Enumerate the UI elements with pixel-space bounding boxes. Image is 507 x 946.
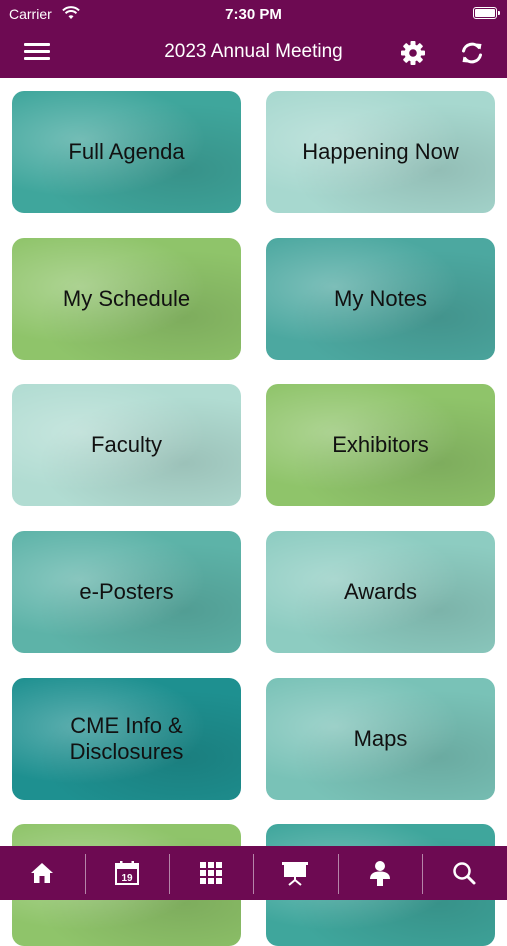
tile-label: e-Posters <box>79 579 174 604</box>
clock-time: 7:30 PM <box>225 6 282 23</box>
refresh-icon[interactable] <box>457 38 487 68</box>
tab-home[interactable] <box>0 846 84 900</box>
tile-label: My Schedule <box>62 286 191 311</box>
tile-awards[interactable]: Awards <box>266 531 495 653</box>
tile-my-notes[interactable]: My Notes <box>266 238 495 360</box>
tile-label: CME Info & Disclosures <box>69 713 184 764</box>
tile-maps[interactable]: Maps <box>266 678 495 800</box>
tab-presentations[interactable] <box>253 846 337 900</box>
calendar-icon: 19 <box>115 861 139 885</box>
tile-my-schedule[interactable]: My Schedule <box>12 238 241 360</box>
home-icon <box>31 863 53 883</box>
tile-e-posters[interactable]: e-Posters <box>12 531 241 653</box>
grid-icon <box>200 862 222 884</box>
tile-label: Maps <box>353 726 408 751</box>
tile-label: Faculty <box>91 432 162 457</box>
tile-faculty[interactable]: Faculty <box>12 384 241 506</box>
bottom-tab-bar: 19 <box>0 846 507 900</box>
tile-label: My Notes <box>334 286 427 311</box>
page-title: 2023 Annual Meeting <box>164 41 343 62</box>
tile-label: Happening Now <box>302 139 459 164</box>
tile-full-agenda[interactable]: Full Agenda <box>12 91 241 213</box>
app-header: Carrier 7:30 PM 2023 Annual Meeting <box>0 0 507 78</box>
tile-happening-now[interactable]: Happening Now <box>266 91 495 213</box>
tab-calendar[interactable]: 19 <box>85 846 169 900</box>
tile-label: Exhibitors <box>332 432 429 457</box>
presentation-icon <box>282 862 308 886</box>
speaker-icon <box>370 861 390 886</box>
tile-label: Awards <box>344 579 417 604</box>
tab-speakers[interactable] <box>338 846 422 900</box>
tab-grid[interactable] <box>169 846 253 900</box>
tile-cme-info-disclosures[interactable]: CME Info & Disclosures <box>12 678 241 800</box>
battery-icon <box>473 7 500 19</box>
tile-label: Full Agenda <box>68 139 185 164</box>
tile-exhibitors[interactable]: Exhibitors <box>266 384 495 506</box>
nav-bar: 2023 Annual Meeting <box>0 28 507 78</box>
status-bar: Carrier 7:30 PM <box>0 0 507 28</box>
calendar-day-text: 19 <box>121 873 133 884</box>
gear-icon[interactable] <box>398 38 428 68</box>
search-icon <box>453 862 476 885</box>
tab-search[interactable] <box>422 846 506 900</box>
